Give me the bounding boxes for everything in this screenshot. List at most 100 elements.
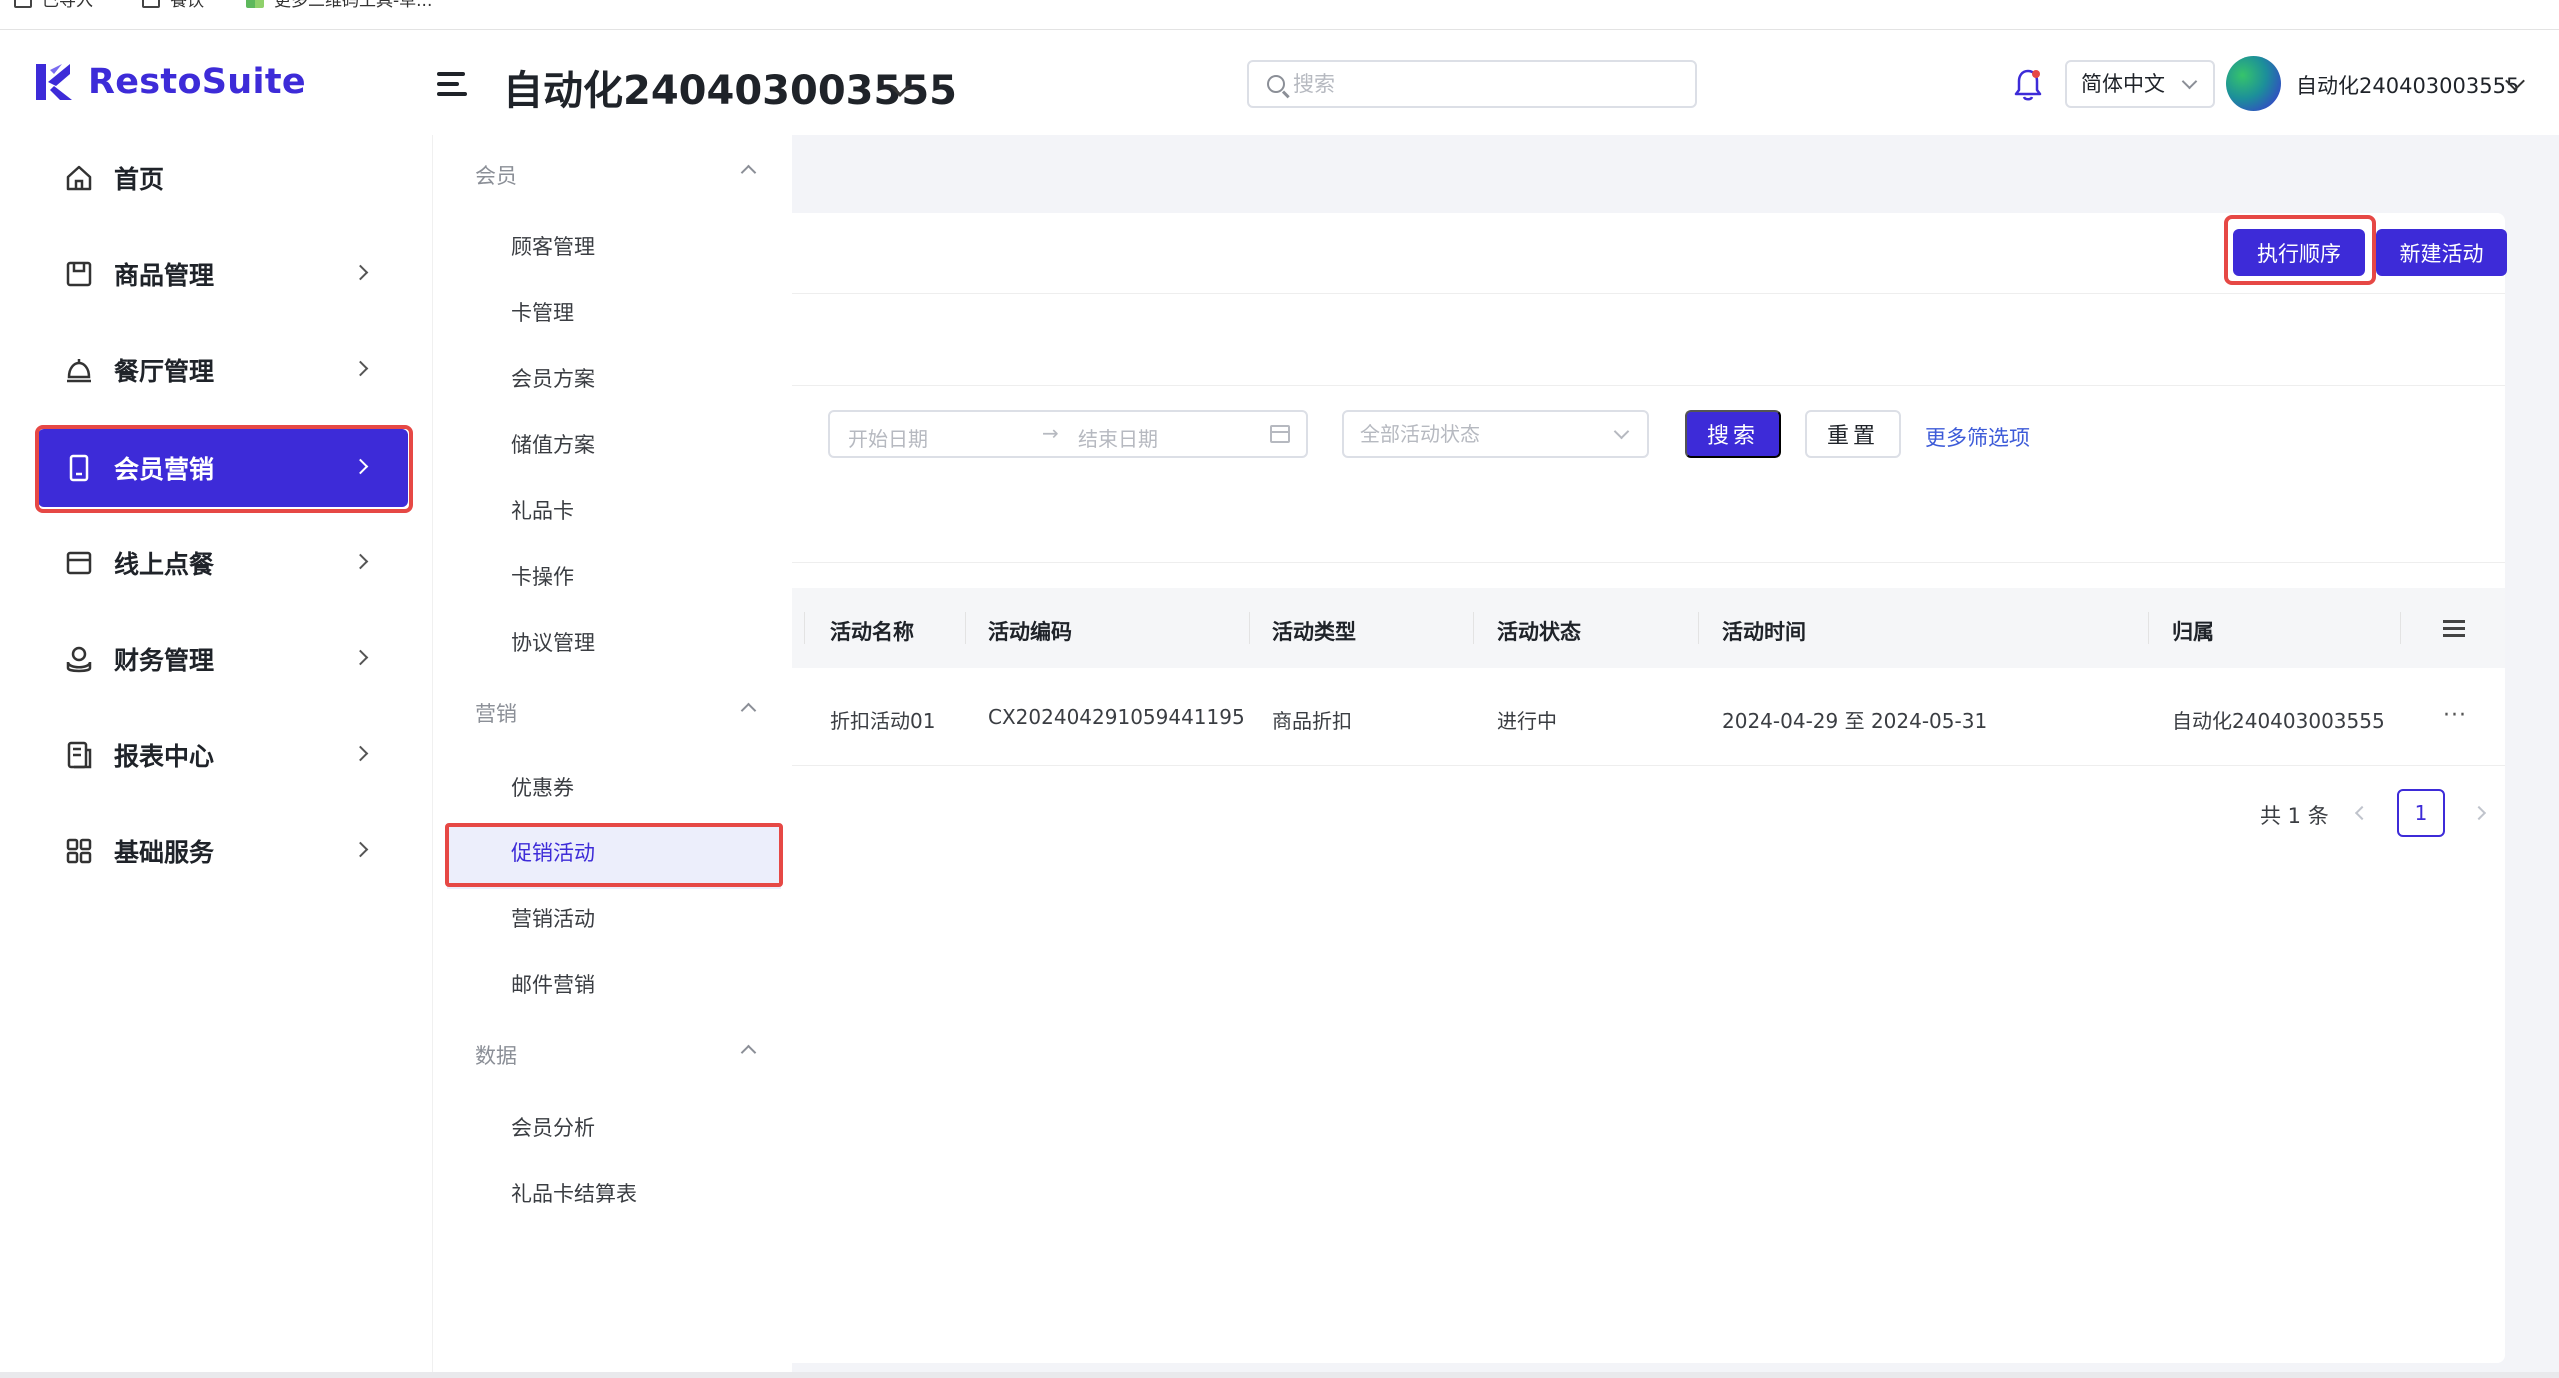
table-row[interactable]: 折扣活动01 CX202404291059441195 商品折扣 进行中 202… [792, 668, 2505, 766]
arrow-right-icon: → [1042, 421, 1059, 445]
sidebar-item-reports[interactable]: 报表中心 [38, 716, 408, 794]
cell-activity-status: 进行中 [1497, 709, 1557, 733]
column-settings-icon[interactable] [2443, 620, 2465, 637]
menu-toggle-icon[interactable] [437, 70, 469, 98]
finance-icon [66, 646, 92, 673]
chevron-down-icon [2181, 73, 2198, 90]
folder-icon [14, 0, 32, 8]
sidebar-item-home[interactable]: 首页 [38, 139, 408, 217]
search-input[interactable] [1293, 72, 1695, 96]
column-header[interactable]: 活动编码 [988, 616, 1072, 646]
cell-activity-time: 2024-04-29 至 2024-05-31 [1722, 709, 1988, 733]
pagination-page[interactable]: 1 [2397, 789, 2445, 837]
online-order-icon [66, 551, 92, 575]
grid-icon [66, 838, 92, 864]
chevron-right-icon [352, 841, 369, 858]
brand-logo[interactable]: RestoSuite [32, 60, 306, 104]
submenu-item-customer-management[interactable]: 顾客管理 [511, 231, 595, 261]
submenu-group-title[interactable]: 营销 [475, 698, 517, 728]
top-header: RestoSuite 自动化240403003555 简体中文 自动化24040… [0, 30, 2559, 135]
sidebar-item-products[interactable]: 商品管理 [38, 235, 408, 313]
submenu-item-card-operation[interactable]: 卡操作 [511, 561, 574, 591]
more-filters-link[interactable]: 更多筛选项 [1925, 422, 2030, 452]
bookmark-item[interactable]: 餐饮 [142, 0, 204, 16]
chevron-up-icon[interactable] [740, 164, 757, 181]
sidebar-item-basic-services[interactable]: 基础服务 [38, 812, 408, 890]
submenu-item-agreement-management[interactable]: 协议管理 [511, 627, 595, 657]
product-icon [66, 261, 92, 287]
bookmarks-bar: 已导入 餐饮 更多二维码工具-草... [0, 0, 2559, 30]
bookmark-item[interactable]: 更多二维码工具-草... [246, 0, 432, 16]
submenu-item-coupons[interactable]: 优惠券 [511, 772, 574, 802]
column-header[interactable]: 活动状态 [1497, 616, 1581, 646]
exec-order-button[interactable]: 执行顺序 [2233, 229, 2365, 276]
column-header[interactable]: 活动名称 [830, 616, 914, 646]
page-margin [2540, 135, 2559, 1378]
chevron-right-icon [352, 458, 369, 475]
search-button[interactable]: 搜索 [1685, 410, 1781, 458]
submenu-item-card-management[interactable]: 卡管理 [511, 297, 574, 327]
global-search[interactable] [1247, 60, 1697, 108]
submenu-item-member-plan[interactable]: 会员方案 [511, 363, 595, 393]
submenu-item-gift-card[interactable]: 礼品卡 [511, 495, 574, 525]
brand-name: RestoSuite [88, 62, 306, 102]
cell-activity-name[interactable]: 折扣活动01 [830, 705, 935, 734]
chevron-down-icon [1613, 423, 1630, 440]
avatar[interactable] [2226, 56, 2281, 111]
bottom-edge [0, 1372, 2559, 1378]
column-header[interactable]: 活动时间 [1722, 616, 1806, 646]
bookmark-item[interactable]: 已导入 [14, 0, 93, 16]
cell-owner: 自动化240403003555 [2172, 709, 2385, 733]
submenu-item-email-marketing[interactable]: 邮件营销 [511, 969, 595, 999]
more-actions-icon[interactable]: ··· [2443, 703, 2467, 728]
submenu-group-title[interactable]: 会员 [475, 160, 517, 190]
sidebar-item-label: 首页 [114, 165, 165, 194]
restosuite-logo-icon [36, 64, 72, 100]
reset-button[interactable]: 重置 [1805, 410, 1901, 458]
sidebar-item-label: 财务管理 [114, 646, 215, 675]
sidebar-item-label: 报表中心 [114, 742, 215, 771]
chevron-right-icon [352, 745, 369, 762]
store-title[interactable]: 自动化240403003555 [503, 58, 957, 116]
sidebar-item-online-order[interactable]: 线上点餐 [38, 524, 408, 602]
pagination-total: 共 1 条 [2260, 804, 2329, 828]
calendar-icon [1270, 425, 1290, 443]
sidebar-item-label: 餐厅管理 [114, 357, 215, 386]
sidebar-item-label: 商品管理 [114, 261, 215, 290]
divider [792, 562, 2505, 563]
chevron-right-icon [352, 264, 369, 281]
date-range-picker[interactable]: 开始日期 → 结束日期 [828, 410, 1308, 458]
column-header[interactable]: 活动类型 [1272, 616, 1356, 646]
language-select[interactable]: 简体中文 [2065, 60, 2215, 108]
submenu-item-marketing-campaigns[interactable]: 营销活动 [511, 903, 595, 933]
sidebar-item-finance[interactable]: 财务管理 [38, 620, 408, 698]
restaurant-icon [67, 359, 91, 383]
chevron-right-icon [352, 360, 369, 377]
submenu-item-stored-value-plan[interactable]: 储值方案 [511, 429, 595, 459]
column-header[interactable]: 归属 [2172, 616, 2214, 646]
divider [792, 385, 2505, 386]
sidebar-item-restaurant[interactable]: 餐厅管理 [38, 331, 408, 409]
search-icon [1267, 75, 1285, 93]
chevron-up-icon[interactable] [740, 702, 757, 719]
end-date-placeholder: 结束日期 [1078, 427, 1158, 451]
sidebar-item-label: 线上点餐 [114, 550, 215, 579]
cell-activity-type: 商品折扣 [1272, 709, 1352, 733]
divider [792, 293, 2505, 294]
chevron-right-icon [352, 553, 369, 570]
user-name[interactable]: 自动化240403003555 [2296, 70, 2519, 100]
activity-status-select[interactable]: 全部活动状态 [1342, 410, 1649, 458]
new-activity-button[interactable]: 新建活动 [2376, 229, 2507, 276]
app-icon [246, 0, 264, 8]
chevron-up-icon[interactable] [740, 1044, 757, 1061]
chevron-right-icon [352, 649, 369, 666]
submenu-active-background [447, 827, 781, 889]
submenu-item-promotions[interactable]: 促销活动 [511, 837, 595, 867]
submenu-group-title[interactable]: 数据 [475, 1040, 517, 1070]
bell-icon[interactable] [2013, 68, 2043, 102]
sidebar-item-member-marketing[interactable]: 会员营销 [38, 429, 408, 507]
home-icon [66, 165, 92, 191]
language-value: 简体中文 [2081, 72, 2165, 96]
submenu-item-gift-card-settlement[interactable]: 礼品卡结算表 [511, 1178, 637, 1208]
submenu-item-member-analysis[interactable]: 会员分析 [511, 1112, 595, 1142]
